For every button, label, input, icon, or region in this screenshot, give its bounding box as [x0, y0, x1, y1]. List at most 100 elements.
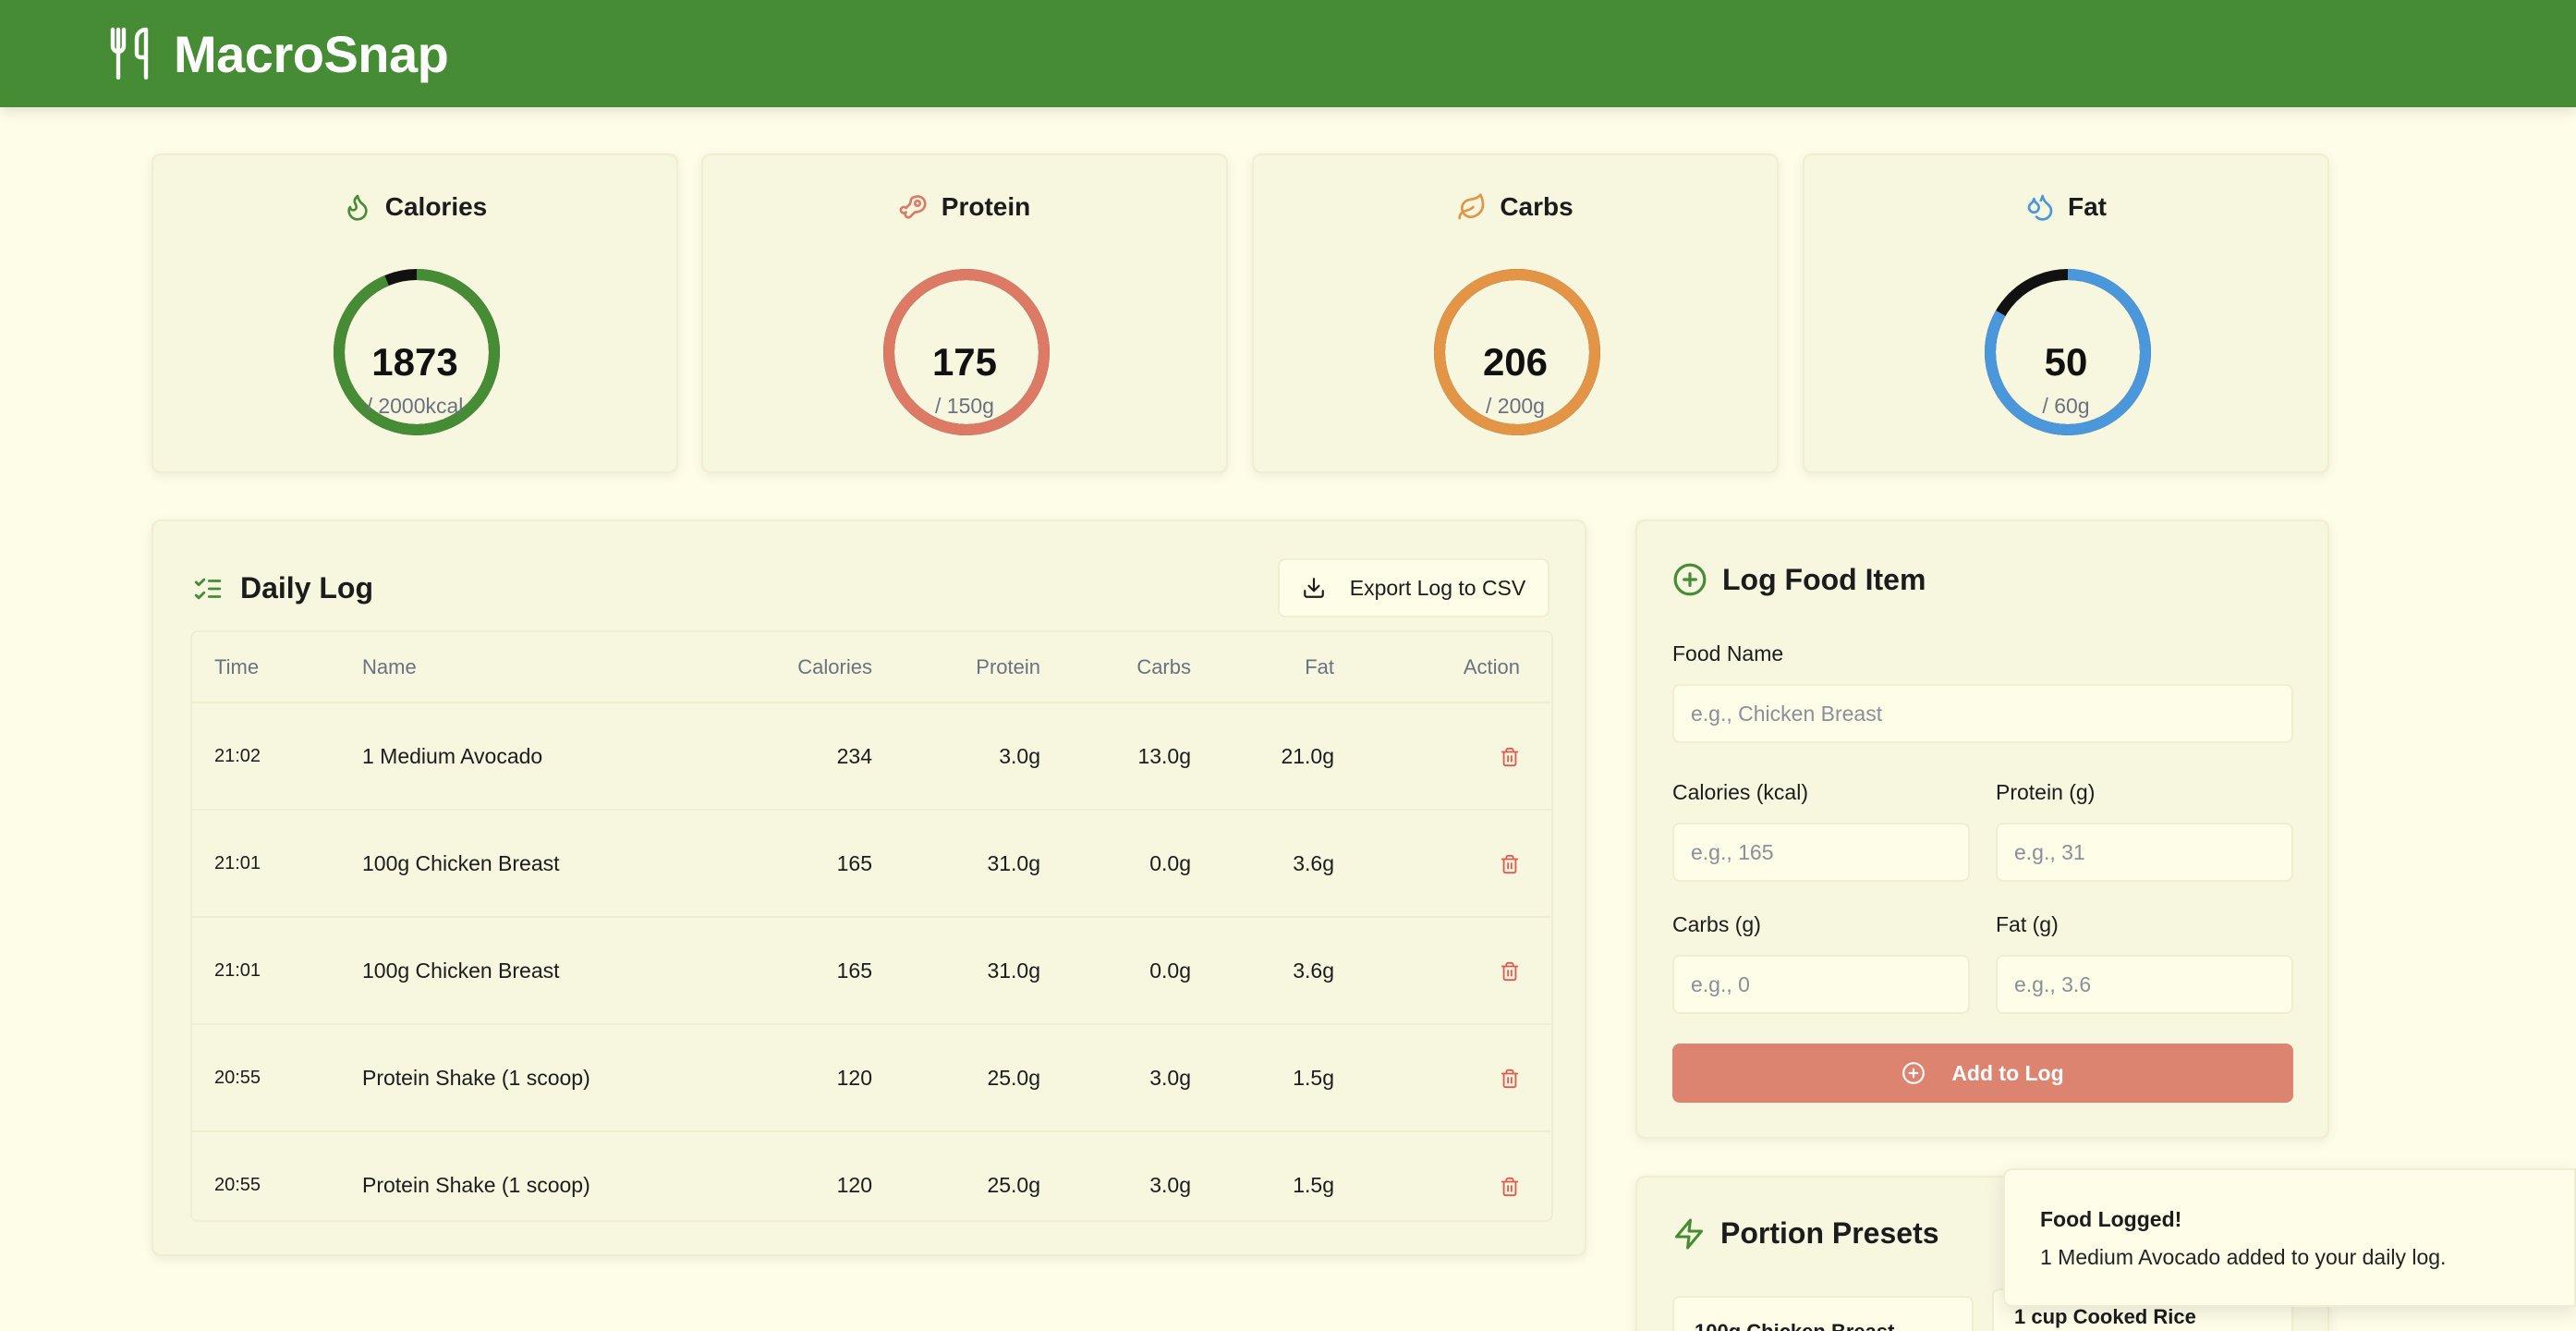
table-row: 21:01 100g Chicken Breast 165 31.0g 0.0g… [192, 917, 1551, 1025]
trash-icon[interactable] [1500, 1176, 1520, 1198]
trash-icon[interactable] [1500, 1068, 1520, 1090]
carbs-input[interactable] [1672, 955, 1970, 1014]
toast-title: Food Logged! [2040, 1207, 2182, 1231]
column-header-action: Action [1356, 632, 1551, 703]
row-name: 100g Chicken Breast [340, 917, 728, 1025]
preset-chicken-breast[interactable]: 100g Chicken Breast [1672, 1296, 1974, 1331]
row-time: 21:01 [192, 917, 340, 1025]
row-protein: 31.0g [894, 917, 1063, 1025]
add-to-log-button[interactable]: Add to Log [1672, 1044, 2293, 1103]
row-fat: 1.5g [1213, 1024, 1356, 1132]
flame-icon [347, 194, 368, 221]
row-protein: 25.0g [894, 1024, 1063, 1132]
row-protein: 25.0g [987, 1173, 1040, 1197]
fat-header: Fat [1804, 192, 2327, 222]
add-to-log-label: Add to Log [1951, 1060, 2064, 1085]
protein-label: Protein [941, 192, 1031, 221]
row-fat: 1.5g [1293, 1173, 1334, 1197]
calories-card: Calories 1873 / 2000kcal [152, 153, 678, 473]
row-calories: 165 [728, 810, 894, 918]
carbs-label: Carbs [1500, 192, 1574, 221]
protein-input[interactable] [1996, 823, 2293, 882]
calories-header: Calories [153, 192, 676, 222]
table-row: 21:02 1 Medium Avocado 234 3.0g 13.0g 21… [192, 702, 1551, 811]
fat-card: Fat 50 / 60g [1803, 153, 2329, 473]
utensils-icon [110, 27, 149, 80]
row-time: 21:02 [192, 702, 340, 811]
row-action [1356, 917, 1551, 1025]
row-name: Protein Shake (1 scoop) [340, 1024, 728, 1132]
top-bar: MacroSnap [0, 0, 2576, 107]
column-header-protein: Protein [894, 632, 1063, 703]
row-carbs: 3.0g [1063, 1024, 1213, 1132]
portion-presets-header: Portion Presets [1672, 1216, 1939, 1251]
log-food-form: Log Food Item Food Name Calories (kcal) … [1635, 519, 2329, 1139]
carbs-value: 206 [1482, 340, 1549, 384]
export-csv-button[interactable]: Export Log to CSV [1278, 558, 1549, 617]
calories-label: Calories [384, 192, 488, 221]
daily-log-title: Daily Log [240, 571, 374, 604]
table-row: 20:55 Protein Shake (1 scoop) 120 25.0g … [192, 1131, 1551, 1220]
row-fat: 3.6g [1213, 917, 1356, 1025]
column-header-fat: Fat [1213, 632, 1356, 703]
carbs-field-label: Carbs (g) [1672, 912, 1761, 936]
row-calories: 120 [728, 1024, 894, 1132]
column-header-time: Time [192, 632, 340, 703]
toast-message: 1 Medium Avocado added to your daily log… [2040, 1245, 2447, 1269]
portion-presets-title: Portion Presets [1720, 1216, 1939, 1250]
table-row: 20:55 Protein Shake (1 scoop) 120 25.0g … [192, 1024, 1551, 1132]
row-carbs: 3.0g [1149, 1173, 1191, 1197]
daily-log-panel: Daily Log Export Log to CSV Time Name Ca… [152, 519, 1586, 1256]
app-title: MacroSnap [174, 24, 449, 83]
protein-header: Protein [703, 192, 1226, 222]
row-name: 100g Chicken Breast [340, 810, 728, 918]
row-action [1356, 1024, 1551, 1132]
row-carbs: 0.0g [1063, 810, 1213, 918]
column-header-calories: Calories [728, 632, 894, 703]
calories-input[interactable] [1672, 823, 1970, 882]
zap-icon [1675, 1218, 1703, 1249]
protein-card: Protein 175 / 150g [701, 153, 1228, 473]
row-action [1356, 702, 1551, 811]
protein-field-label: Protein (g) [1996, 780, 2096, 804]
food-name-input[interactable] [1672, 684, 2293, 743]
meat-icon [899, 195, 927, 219]
row-calories: 120 [836, 1173, 872, 1197]
carbs-header: Carbs [1254, 192, 1777, 222]
leaf-icon [1458, 193, 1485, 220]
row-fat: 21.0g [1213, 702, 1356, 811]
row-carbs: 0.0g [1063, 917, 1213, 1025]
row-protein: 3.0g [894, 702, 1063, 811]
plus-circle-icon [1673, 563, 1707, 596]
fat-input[interactable] [1996, 955, 2293, 1014]
trash-icon[interactable] [1500, 853, 1520, 875]
protein-value: 175 [931, 340, 998, 384]
protein-target: / 150g [935, 394, 994, 418]
log-table-container: Time Name Calories Protein Carbs Fat Act… [190, 630, 1553, 1222]
toast-notification: Food Logged! 1 Medium Avocado added to y… [2003, 1168, 2576, 1307]
fat-label: Fat [2068, 192, 2107, 221]
log-food-title: Log Food Item [1722, 562, 1926, 596]
trash-icon[interactable] [1500, 960, 1520, 983]
log-food-header: Log Food Item [1672, 562, 1926, 597]
download-icon [1303, 578, 1324, 598]
row-name: Protein Shake (1 scoop) [362, 1173, 590, 1197]
row-protein: 31.0g [894, 810, 1063, 918]
list-checks-icon [194, 578, 222, 599]
droplets-icon [2027, 194, 2053, 221]
carbs-card: Carbs 206 / 200g [1252, 153, 1779, 473]
calories-target: / 2000kcal [366, 394, 464, 418]
daily-log-header: Daily Log [192, 571, 373, 605]
row-time: 20:55 [214, 1175, 261, 1195]
table-row: 21:01 100g Chicken Breast 165 31.0g 0.0g… [192, 810, 1551, 918]
log-table: Time Name Calories Protein Carbs Fat Act… [192, 632, 1551, 1220]
row-calories: 165 [728, 917, 894, 1025]
fat-field-label: Fat (g) [1996, 912, 2059, 936]
trash-icon[interactable] [1500, 746, 1520, 768]
column-header-carbs: Carbs [1063, 632, 1213, 703]
export-csv-label: Export Log to CSV [1349, 575, 1526, 600]
food-name-label: Food Name [1672, 641, 1784, 666]
row-action [1356, 1131, 1551, 1220]
row-fat: 3.6g [1213, 810, 1356, 918]
fat-target: / 60g [2042, 394, 2090, 418]
